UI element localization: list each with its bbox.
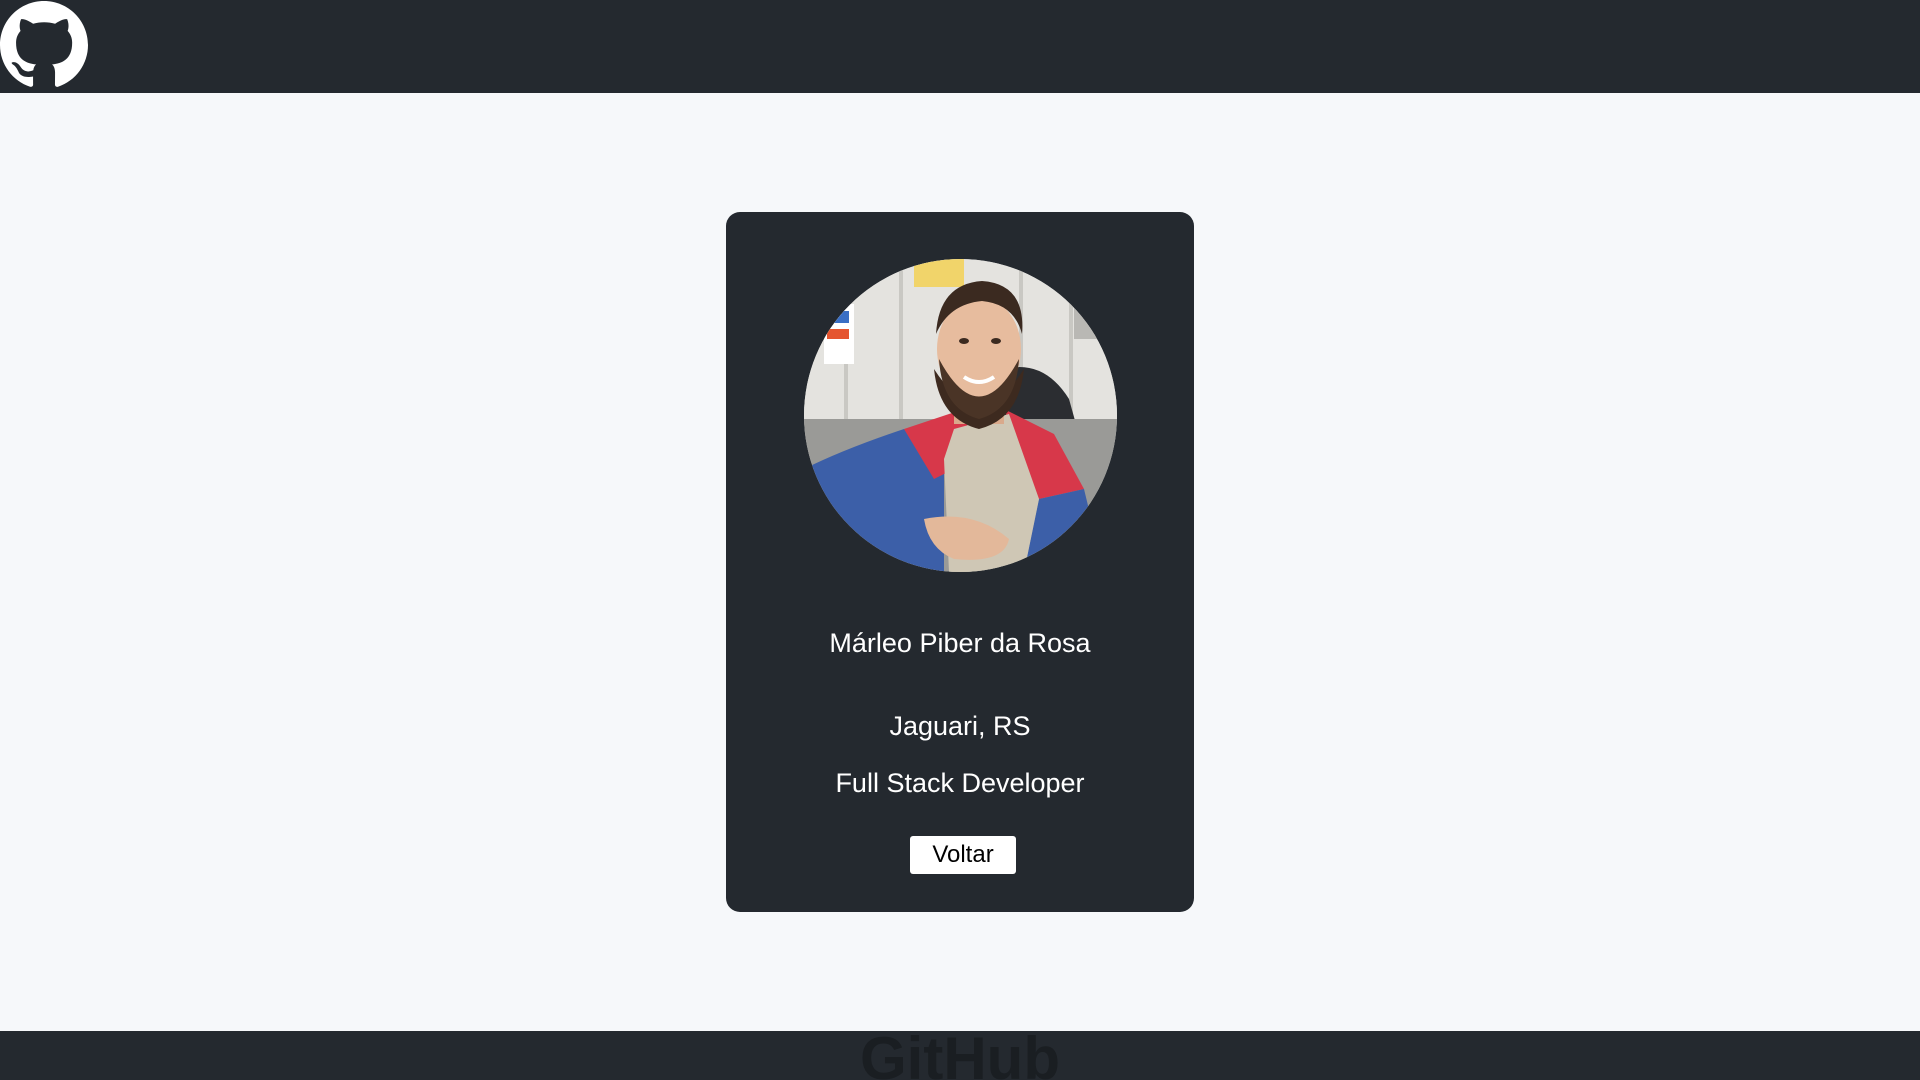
profile-role: Full Stack Developer: [835, 768, 1085, 798]
profile-avatar: [804, 259, 1117, 572]
top-navbar: [0, 0, 1920, 93]
footer-brand: GitHub: [860, 1031, 1060, 1080]
back-button[interactable]: Voltar: [910, 836, 1016, 874]
profile-name: Márleo Piber da Rosa: [829, 628, 1091, 658]
footer: GitHub: [0, 1031, 1920, 1080]
github-logo-icon[interactable]: [0, 1, 88, 89]
profile-card: Márleo Piber da Rosa Jaguari, RS Full St…: [726, 212, 1194, 912]
profile-location: Jaguari, RS: [889, 711, 1031, 741]
